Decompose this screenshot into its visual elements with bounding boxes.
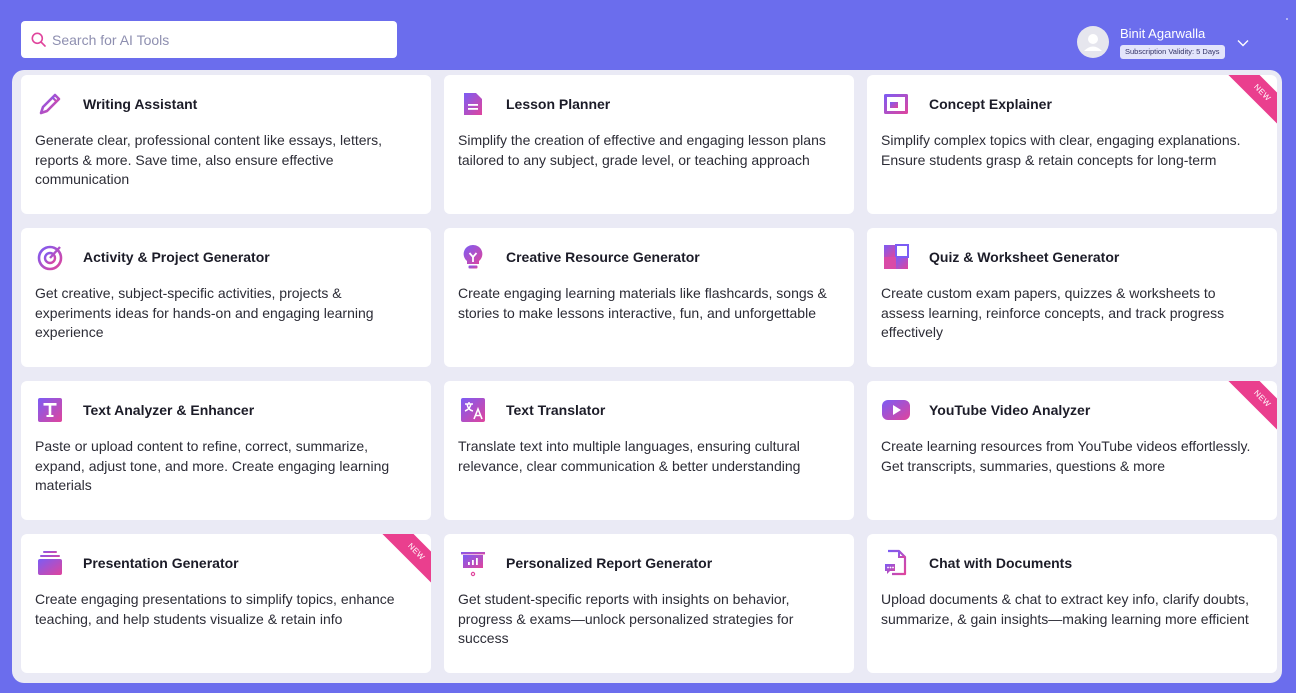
tool-card-quiz-worksheet-generator[interactable]: Quiz & Worksheet Generator Create custom… [867,228,1277,367]
card-title: Creative Resource Generator [506,249,700,265]
card-description: Get creative, subject-specific activitie… [35,285,374,340]
slides-stack-icon [35,548,65,578]
report-chart-icon [458,548,488,578]
card-description: Create learning resources from YouTube v… [881,438,1251,474]
card-description: Simplify complex topics with clear, enga… [881,132,1241,168]
search-input[interactable] [52,31,382,48]
presentation-board-icon [881,89,911,119]
play-video-icon [881,395,911,425]
tool-card-writing-assistant[interactable]: Writing Assistant Generate clear, profes… [21,75,431,214]
lightbulb-icon [458,242,488,272]
quiz-grid-icon [881,242,911,272]
card-title: Chat with Documents [929,555,1073,571]
chevron-down-icon[interactable] [1237,34,1249,52]
document-icon [458,89,488,119]
card-description: Create custom exam papers, quizzes & wor… [881,285,1225,340]
user-menu[interactable]: Binit Agarwalla Subscription Validity: 5… [1077,22,1249,62]
user-name: Binit Agarwalla [1120,25,1206,41]
tool-card-concept-explainer[interactable]: NEW Concept Explainer Simplify complex t… [867,75,1277,214]
card-description: Translate text into multiple languages, … [458,438,801,474]
card-title: Activity & Project Generator [83,249,270,265]
tool-card-creative-resource-generator[interactable]: Creative Resource Generator Create engag… [444,228,854,367]
tool-card-presentation-generator[interactable]: NEW Presentation Generator Create engagi… [21,534,431,673]
tool-card-youtube-video-analyzer[interactable]: NEW YouTube Video Analyzer Create learni… [867,381,1277,520]
card-description: Upload documents & chat to extract key i… [881,591,1250,627]
card-title: Presentation Generator [83,555,239,571]
card-title: Quiz & Worksheet Generator [929,249,1120,265]
tool-card-text-analyzer-enhancer[interactable]: Text Analyzer & Enhancer Paste or upload… [21,381,431,520]
card-title: YouTube Video Analyzer [929,402,1091,418]
card-description: Create engaging learning materials like … [458,285,827,321]
card-description: Simplify the creation of effective and e… [458,132,826,168]
tool-card-personalized-report-generator[interactable]: Personalized Report Generator Get studen… [444,534,854,673]
card-description: Paste or upload content to refine, corre… [35,438,390,493]
card-description: Create engaging presentations to simplif… [35,591,395,627]
target-icon [35,242,65,272]
tool-card-activity-project-generator[interactable]: Activity & Project Generator Get creativ… [21,228,431,367]
tool-card-lesson-planner[interactable]: Lesson Planner Simplify the creation of … [444,75,854,214]
text-t-icon [35,395,65,425]
search-box[interactable] [21,21,397,58]
tool-card-chat-with-documents[interactable]: Chat with Documents Upload documents & c… [867,534,1277,673]
top-bar: Binit Agarwalla Subscription Validity: 5… [0,0,1296,76]
card-title: Text Translator [506,402,606,418]
card-title: Personalized Report Generator [506,555,713,571]
tools-panel: Writing Assistant Generate clear, profes… [12,70,1282,683]
card-title: Lesson Planner [506,96,611,112]
card-title: Writing Assistant [83,96,198,112]
pencil-icon [35,89,65,119]
card-description: Generate clear, professional content lik… [35,132,383,187]
subscription-validity-badge: Subscription Validity: 5 Days [1120,44,1225,59]
tool-card-text-translator[interactable]: Text Translator Translate text into mult… [444,381,854,520]
card-description: Get student-specific reports with insigh… [458,591,794,646]
tools-grid: Writing Assistant Generate clear, profes… [21,75,1277,673]
chat-document-icon [881,548,911,578]
card-title: Concept Explainer [929,96,1052,112]
decorative-dot [1286,18,1288,20]
translate-icon [458,395,488,425]
card-title: Text Analyzer & Enhancer [83,402,255,418]
search-icon [31,32,46,47]
avatar [1077,26,1109,58]
user-avatar-icon [1084,34,1102,51]
